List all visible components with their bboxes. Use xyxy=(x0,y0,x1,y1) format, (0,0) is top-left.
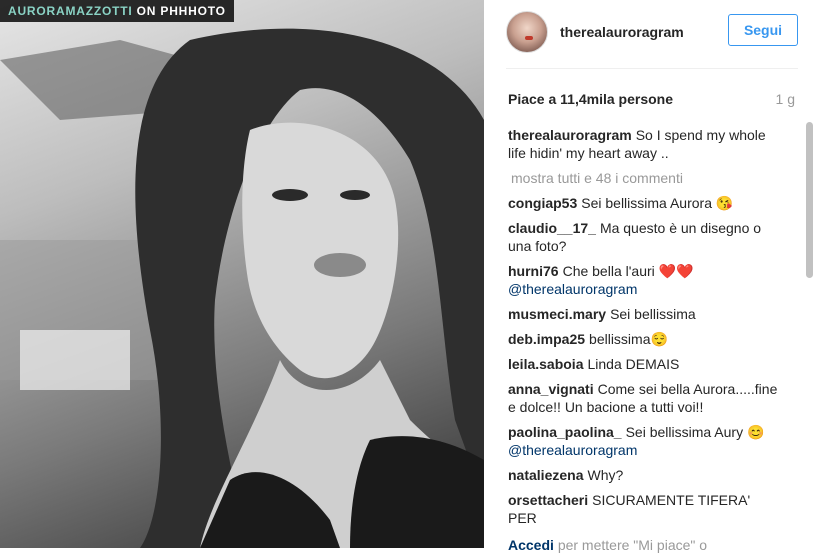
likes-count[interactable]: Piace a 11,4mila persone xyxy=(508,91,673,107)
comment-item: deb.impa25 bellissima😌 xyxy=(508,330,778,348)
comments-scrollbar-thumb[interactable] xyxy=(806,122,813,278)
caption: therealauroragram So I spend my whole lif… xyxy=(508,126,778,162)
post-photo[interactable]: AURORAMAZZOTTI ON PHHHOTO xyxy=(0,0,484,548)
comment-text: Sei bellissima Aury 😊 xyxy=(625,424,765,440)
comment-text: Sei bellissima xyxy=(610,306,696,322)
comment-text: bellissima😌 xyxy=(589,331,668,347)
comment-user[interactable]: leila.saboia xyxy=(508,356,583,372)
comment-user[interactable]: deb.impa25 xyxy=(508,331,585,347)
comment-text: Sei bellissima Aurora 😘 xyxy=(581,195,734,211)
follow-button[interactable]: Segui xyxy=(728,14,798,46)
comment-mention[interactable]: @therealauroragram xyxy=(508,442,637,458)
comment-item: anna_vignati Come sei bella Aurora.....fi… xyxy=(508,380,778,416)
comment-user[interactable]: orsettacheri xyxy=(508,492,588,508)
login-link[interactable]: Accedi xyxy=(508,537,554,553)
comment-item: orsettacheri SICURAMENTE TIFERA' PER xyxy=(508,491,778,524)
comments-list: therealauroragram So I spend my whole lif… xyxy=(508,126,778,524)
comment-text: Why? xyxy=(587,467,624,483)
username[interactable]: therealauroragram xyxy=(560,24,684,40)
caption-user[interactable]: therealauroragram xyxy=(508,127,632,143)
comment-user[interactable]: anna_vignati xyxy=(508,381,594,397)
comment-item: congiap53 Sei bellissima Aurora 😘 xyxy=(508,194,778,212)
comment-user[interactable]: claudio__17_ xyxy=(508,220,596,236)
comment-user[interactable]: nataliezena xyxy=(508,467,583,483)
post-header: therealauroragram Segui xyxy=(506,8,798,56)
photo-tag-source: ON PHHHOTO xyxy=(136,4,226,18)
comment-item: leila.saboia Linda DEMAIS xyxy=(508,355,778,373)
comment-user[interactable]: hurni76 xyxy=(508,263,559,279)
comment-text: Che bella l'auri ❤️❤️ xyxy=(562,263,694,279)
photo-tag-user: AURORAMAZZOTTI xyxy=(8,4,133,18)
photo-source-tag: AURORAMAZZOTTI ON PHHHOTO xyxy=(0,0,234,22)
comment-user[interactable]: paolina_paolina_ xyxy=(508,424,622,440)
comment-mention[interactable]: @therealauroragram xyxy=(508,281,637,297)
avatar[interactable] xyxy=(506,11,548,53)
comment-item: hurni76 Che bella l'auri ❤️❤️ @therealaur… xyxy=(508,262,778,298)
comment-text: Linda DEMAIS xyxy=(587,356,680,372)
show-all-comments-link[interactable]: mostra tutti e 48 i commenti xyxy=(511,169,778,187)
comment-user[interactable]: congiap53 xyxy=(508,195,577,211)
post-sidebar: therealauroragram Segui Piace a 11,4mila… xyxy=(484,0,821,553)
comment-item: claudio__17_ Ma questo è un disegno o una… xyxy=(508,219,778,255)
comment-item: musmeci.mary Sei bellissima xyxy=(508,305,778,323)
comment-user[interactable]: musmeci.mary xyxy=(508,306,606,322)
photo-illustration xyxy=(0,28,484,548)
login-prompt-text: per mettere "Mi piace" o xyxy=(557,537,708,553)
likes-row: Piace a 11,4mila persone 1 g xyxy=(508,91,795,107)
comment-item: paolina_paolina_ Sei bellissima Aury 😊 @t… xyxy=(508,423,778,459)
comment-item: nataliezena Why? xyxy=(508,466,778,484)
login-prompt: Accedi per mettere "Mi piace" o xyxy=(508,537,707,553)
header-divider xyxy=(506,68,798,69)
post-time[interactable]: 1 g xyxy=(776,91,795,107)
